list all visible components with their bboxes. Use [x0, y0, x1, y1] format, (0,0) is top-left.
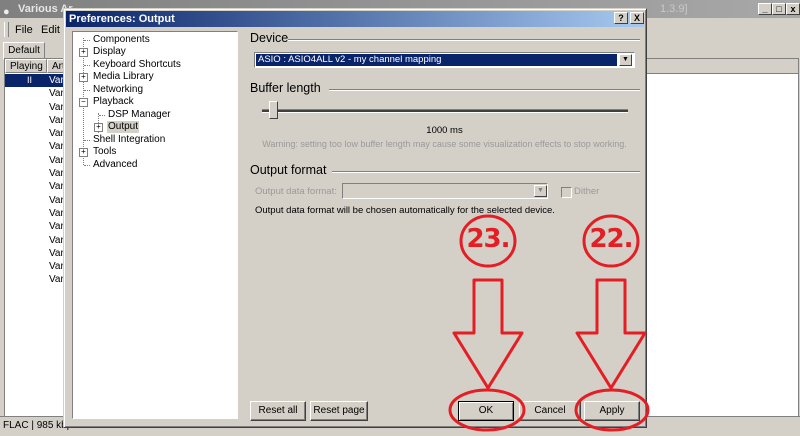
annotation-overlay	[448, 214, 650, 432]
ok-highlight-ellipse	[448, 388, 526, 432]
step-22-label: 22.	[589, 224, 633, 254]
arrow-down-icon	[452, 278, 524, 390]
apply-highlight-ellipse	[574, 388, 650, 432]
step-23-label: 23.	[466, 224, 510, 254]
arrow-down-icon	[575, 278, 647, 390]
